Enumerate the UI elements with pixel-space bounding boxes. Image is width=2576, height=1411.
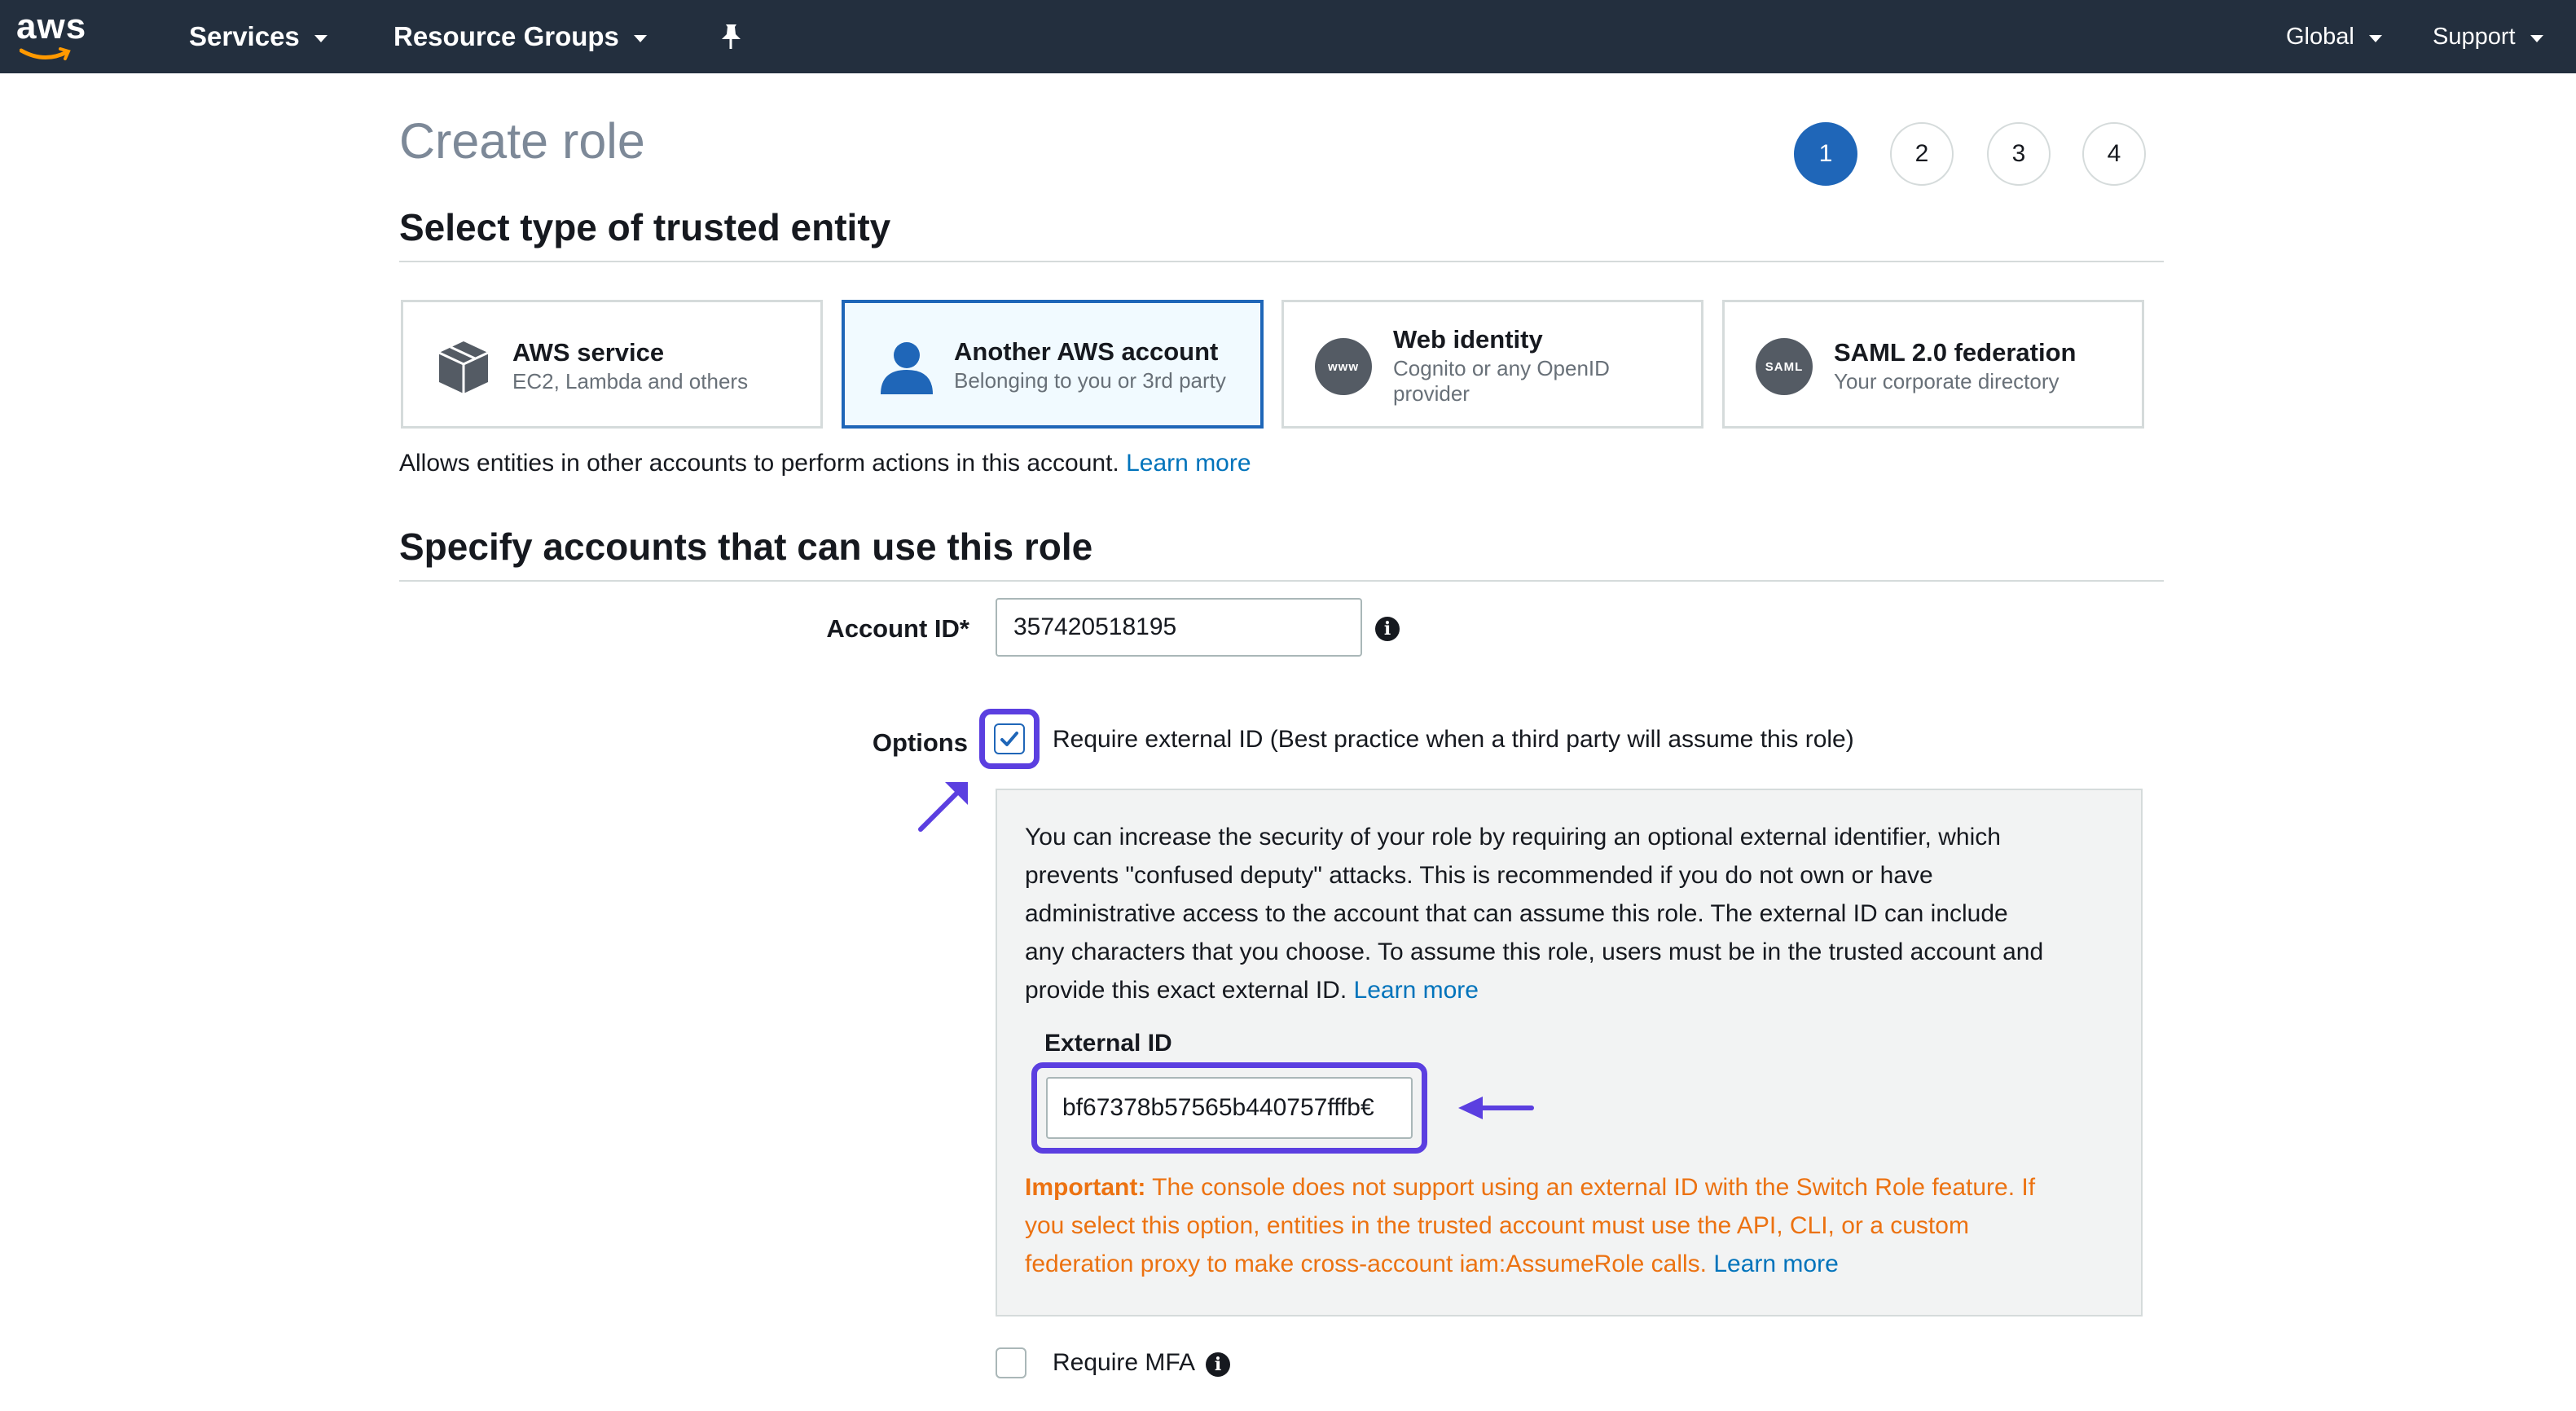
cube-icon: [438, 341, 489, 393]
learn-more-link[interactable]: Learn more: [1126, 450, 1251, 477]
checkmark-icon: [1000, 732, 1018, 746]
warning-line-text: The console does not support using an ex…: [1145, 1174, 2036, 1201]
important-label: Important:: [1025, 1174, 1146, 1201]
card-title: SAML 2.0 federation: [1834, 338, 2077, 367]
card-subtitle: Belonging to you or 3rd party: [954, 368, 1226, 393]
entity-card-aws-service[interactable]: AWS service EC2, Lambda and others: [401, 300, 823, 429]
card-title: Web identity: [1393, 325, 1543, 354]
important-warning: Important: The console does not support …: [1025, 1168, 2125, 1283]
top-navigation-bar: aws Services Resource Groups Global Supp…: [0, 0, 2576, 73]
options-label: Options: [872, 728, 968, 757]
account-id-input[interactable]: [996, 598, 1362, 657]
entity-card-saml-federation[interactable]: SAML SAML 2.0 federation Your corporate …: [1722, 300, 2144, 429]
chevron-down-icon: [2368, 34, 2382, 42]
step-indicator-4[interactable]: 4: [2082, 122, 2146, 186]
region-label: Global: [2286, 23, 2354, 50]
external-id-info-panel: You can increase the security of your ro…: [996, 789, 2143, 1316]
explanation-line-text: provide this exact external ID.: [1025, 977, 1347, 1004]
explanation-line: provide this exact external ID. Learn mo…: [1025, 971, 2117, 1009]
region-menu[interactable]: Global: [2286, 0, 2382, 73]
card-subtitle-line-1: Cognito or any OpenID: [1393, 356, 1610, 380]
page-title: Create role: [399, 113, 645, 169]
trusted-entity-heading: Select type of trusted entity: [399, 206, 891, 248]
external-id-input[interactable]: [1046, 1077, 1413, 1139]
pin-icon[interactable]: [719, 23, 745, 51]
learn-more-link[interactable]: Learn more: [1354, 977, 1479, 1004]
annotation-arrow-icon: [918, 782, 968, 832]
support-menu[interactable]: Support: [2433, 0, 2543, 73]
entity-description-text: Allows entities in other accounts to per…: [399, 450, 1119, 477]
support-label: Support: [2433, 23, 2516, 50]
card-title: AWS service: [512, 338, 665, 367]
step-indicator-1[interactable]: 1: [1794, 122, 1857, 186]
chevron-down-icon: [314, 34, 327, 42]
divider: [399, 261, 2164, 262]
resource-groups-menu[interactable]: Resource Groups: [393, 0, 647, 73]
www-icon: www: [1315, 338, 1377, 400]
services-menu[interactable]: Services: [189, 0, 327, 73]
chevron-down-icon: [633, 34, 647, 42]
resource-groups-label: Resource Groups: [393, 21, 619, 51]
external-id-label: External ID: [1044, 1030, 1172, 1057]
require-mfa-label: Require MFA: [1053, 1349, 1196, 1376]
explanation-line: prevents "confused deputy" attacks. This…: [1025, 862, 1933, 889]
accounts-heading: Specify accounts that can use this role: [399, 525, 1093, 568]
info-icon[interactable]: i: [1206, 1352, 1230, 1377]
card-subtitle: Your corporate directory: [1834, 369, 2059, 393]
warning-line-text: federation proxy to make cross-account i…: [1025, 1251, 1708, 1277]
saml-icon: SAML: [1756, 338, 1818, 400]
require-external-id-checkbox[interactable]: [994, 723, 1025, 754]
require-mfa-checkbox[interactable]: [996, 1347, 1026, 1378]
aws-logo-text: aws: [16, 7, 87, 46]
aws-logo[interactable]: aws: [15, 7, 93, 64]
entity-card-web-identity[interactable]: www Web identity Cognito or any OpenID p…: [1281, 300, 1703, 429]
annotation-arrow-icon: [1458, 1097, 1534, 1119]
step-indicator-3[interactable]: 3: [1987, 122, 2051, 186]
explanation-line: You can increase the security of your ro…: [1025, 824, 2001, 851]
services-label: Services: [189, 21, 300, 51]
smile-arrow-icon: [20, 47, 71, 60]
explanation-line: administrative access to the account tha…: [1025, 900, 2008, 927]
entity-card-another-aws-account[interactable]: Another AWS account Belonging to you or …: [842, 300, 1264, 429]
warning-line: federation proxy to make cross-account i…: [1025, 1245, 2125, 1283]
require-external-id-label: Require external ID (Best practice when …: [1053, 726, 1854, 753]
account-id-label: Account ID*: [826, 614, 969, 643]
card-subtitle-line-2: provider: [1393, 381, 1470, 406]
warning-line: you select this option, entities in the …: [1025, 1212, 1969, 1239]
explanation-line: any characters that you choose. To assum…: [1025, 938, 2044, 965]
user-icon: [881, 342, 933, 394]
entity-description: Allows entities in other accounts to per…: [399, 450, 1251, 477]
card-subtitle: EC2, Lambda and others: [512, 369, 749, 393]
info-icon[interactable]: i: [1375, 617, 1400, 641]
warning-line: Important: The console does not support …: [1025, 1168, 2125, 1207]
chevron-down-icon: [2530, 34, 2543, 42]
divider: [399, 580, 2164, 582]
external-id-explanation: You can increase the security of your ro…: [1025, 818, 2117, 1009]
step-indicator-2[interactable]: 2: [1890, 122, 1954, 186]
card-title: Another AWS account: [954, 337, 1219, 366]
learn-more-link[interactable]: Learn more: [1713, 1251, 1838, 1277]
